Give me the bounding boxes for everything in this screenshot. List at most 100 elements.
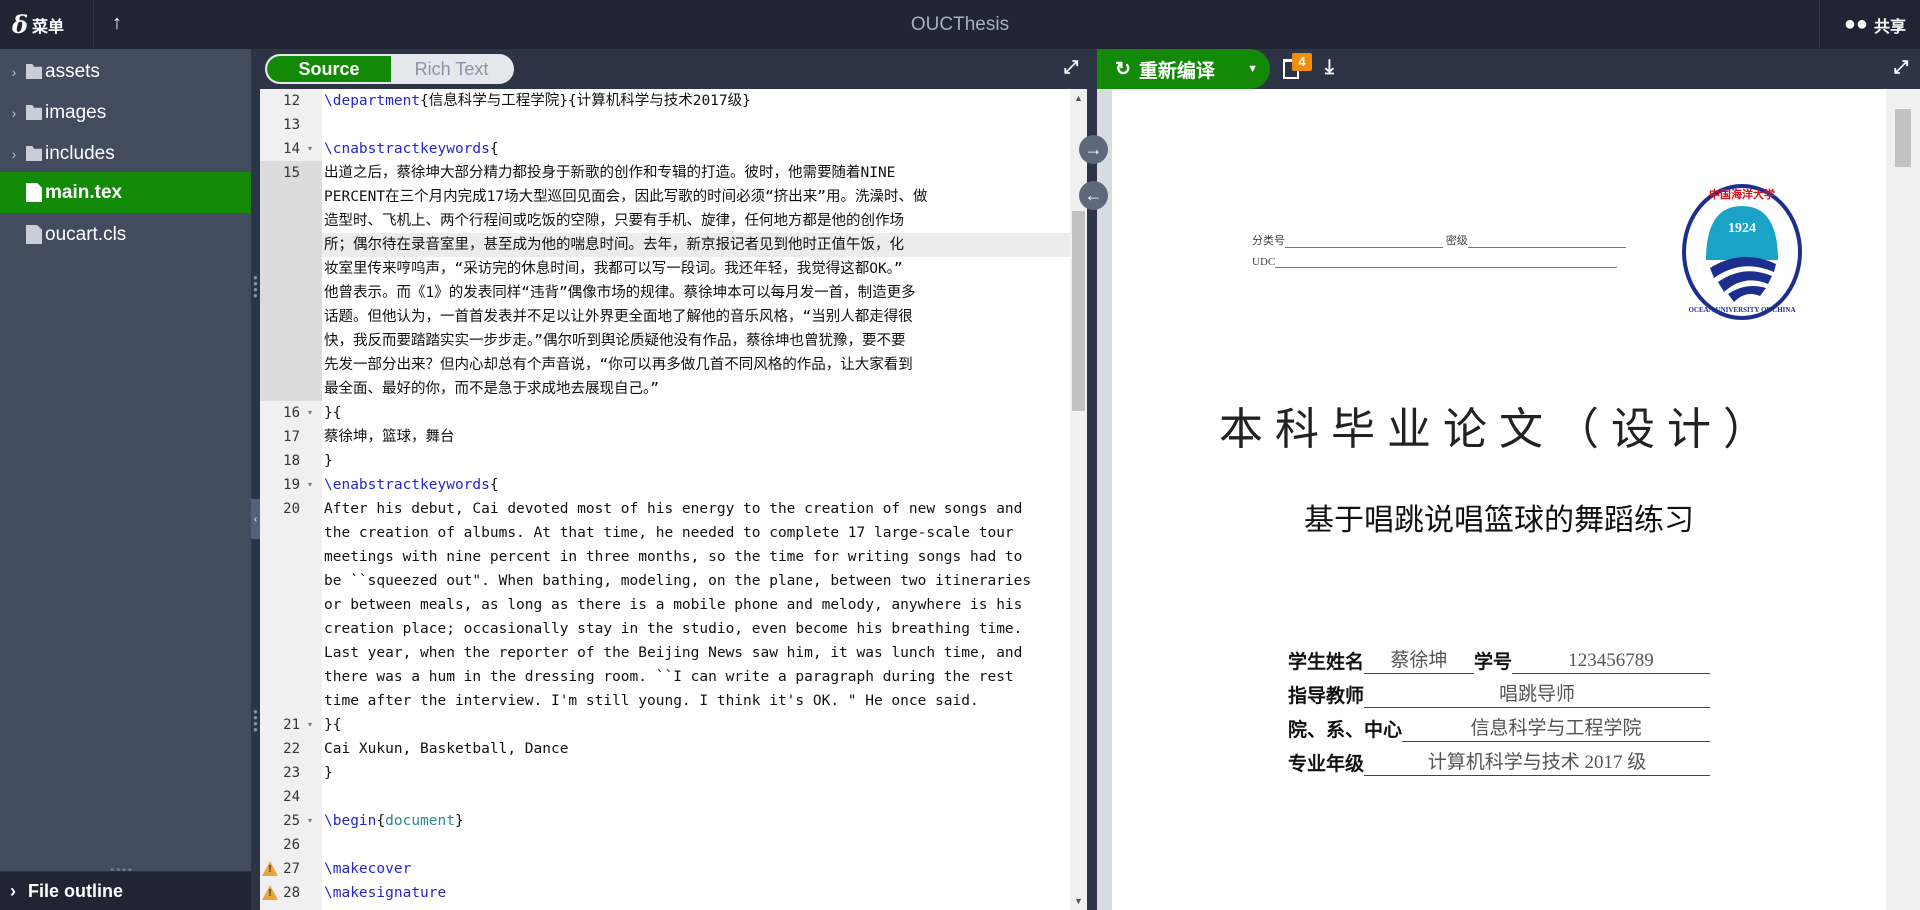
tree-file-oucart-cls[interactable]: oucart.cls bbox=[0, 214, 251, 255]
line-number bbox=[260, 641, 322, 665]
code-line[interactable]: creation place; occasionally stay in the… bbox=[260, 617, 1070, 641]
code-line[interactable]: 19 ▾ \enabstractkeywords{ bbox=[260, 473, 1070, 497]
chevron-right-icon[interactable]: › bbox=[2, 146, 26, 162]
line-number bbox=[260, 689, 322, 713]
code-line[interactable]: PERCENT在三个月内完成17场大型巡回见面会，因此写歌的时间必须“挤出来”用… bbox=[260, 185, 1070, 209]
expand-icon[interactable]: ⤢ bbox=[1894, 57, 1908, 78]
code-line[interactable]: 所；偶尔待在录音室里，甚至成为他的喘息时间。去年，新京报记者见到他时正值午饭，化 bbox=[260, 233, 1070, 257]
code-text: 话题。但他认为，一首首发表并不足以让外界更全面地了解他的音乐风格，“当别人都走得… bbox=[324, 305, 913, 329]
code-line[interactable]: 27! \makecover bbox=[260, 857, 1070, 881]
code-token: } bbox=[324, 765, 333, 781]
code-line[interactable]: 快，我反而要踏踏实实一步步走。”偶尔听到舆论质疑他没有作品，蔡徐坤也曾犹豫，要不… bbox=[260, 329, 1070, 353]
file-outline-toggle[interactable]: › File outline bbox=[0, 871, 251, 910]
code-line[interactable]: 14 ▾ \cnabstractkeywords{ bbox=[260, 137, 1070, 161]
share-button[interactable]: ●● 共享 bbox=[1844, 0, 1906, 49]
code-line[interactable]: 他曾表示。而《1》的发表同样“违背”偶像市场的规律。蔡徐坤本可以每月发一首，制造… bbox=[260, 281, 1070, 305]
code-text: \begin{document} bbox=[324, 809, 464, 833]
line-number bbox=[260, 281, 322, 305]
code-token: 所；偶尔待在录音室里，甚至成为他的喘息时间。去年，新京报记者见到他时正值午饭，化 bbox=[324, 237, 904, 253]
code-token: 先发一部分出来？但内心却总有个声音说，“你可以再多做几首不同风格的作品，让大家看… bbox=[324, 357, 913, 373]
code-line[interactable]: 26 bbox=[260, 833, 1070, 857]
code-token: Last year, when the reporter of the Beij… bbox=[324, 645, 1023, 661]
code-line[interactable]: 28! \makesignature bbox=[260, 881, 1070, 905]
code-line[interactable]: Last year, when the reporter of the Beij… bbox=[260, 641, 1070, 665]
sync-to-pdf-arrow-right-icon[interactable]: → bbox=[1079, 135, 1108, 164]
line-number: 19 bbox=[283, 477, 300, 493]
scrollbar-thumb[interactable] bbox=[1895, 109, 1911, 167]
code-line[interactable]: 22 Cai Xukun, Basketball, Dance bbox=[260, 737, 1070, 761]
editor-scrollbar[interactable]: ▲ ▼ bbox=[1070, 89, 1087, 910]
pdf-scrollbar[interactable] bbox=[1886, 89, 1920, 910]
code-line[interactable]: 妆室里传来哼呜声，“采访完的休息时间，我都可以写一段词。我还年轻，我觉得这都OK… bbox=[260, 257, 1070, 281]
sidebar-resize-handle[interactable]: ● ● ● ● ‹ ● ● ● ● bbox=[251, 49, 260, 910]
tree-item-label: images bbox=[45, 101, 107, 123]
code-line[interactable]: 17 蔡徐坤，篮球，舞台 bbox=[260, 425, 1070, 449]
code-line[interactable]: there was a hum in the dressing room. ``… bbox=[260, 665, 1070, 689]
tree-folder-images[interactable]: › images bbox=[0, 92, 251, 133]
code-text: \makecover bbox=[324, 857, 411, 881]
tree-file-main-tex[interactable]: main.tex bbox=[0, 172, 251, 213]
line-number bbox=[260, 521, 322, 545]
code-line[interactable]: meetings with nine percent in three mont… bbox=[260, 545, 1070, 569]
scroll-up-icon[interactable]: ▲ bbox=[1074, 93, 1083, 103]
code-token: } bbox=[454, 813, 464, 829]
line-number bbox=[260, 233, 322, 257]
code-line[interactable]: 29\makeabstract bbox=[260, 905, 1070, 910]
fold-caret-icon[interactable]: ▾ bbox=[308, 713, 312, 737]
code-line[interactable]: be ``squeezed out". When bathing, modeli… bbox=[260, 569, 1070, 593]
code-line[interactable]: 12 \department{信息科学与工程学院}{计算机科学与技术2017级} bbox=[260, 89, 1070, 113]
file-outline-label: File outline bbox=[28, 880, 124, 901]
tree-folder-assets[interactable]: › assets bbox=[0, 51, 251, 92]
line-number: 24 bbox=[283, 789, 300, 805]
tree-folder-includes[interactable]: › includes bbox=[0, 133, 251, 174]
code-line[interactable]: 23} bbox=[260, 761, 1070, 785]
code-line[interactable]: 16 ▾}{ bbox=[260, 401, 1070, 425]
code-token: there was a hum in the dressing room. ``… bbox=[324, 669, 1014, 685]
code-text: creation place; occasionally stay in the… bbox=[324, 617, 1022, 641]
collapse-sidebar-button[interactable]: ‹ bbox=[251, 499, 260, 539]
chevron-right-icon[interactable]: › bbox=[2, 105, 26, 121]
code-line[interactable]: 24 bbox=[260, 785, 1070, 809]
code-text: 快，我反而要踏踏实实一步步走。”偶尔听到舆论质疑他没有作品，蔡徐坤也曾犹豫，要不… bbox=[324, 329, 905, 353]
line-number: 18 bbox=[283, 453, 300, 469]
scrollbar-thumb[interactable] bbox=[1072, 211, 1085, 411]
rich-text-mode-button[interactable]: Rich Text bbox=[391, 56, 512, 82]
pdf-preview: 分类号 密级 UDC 1924 中国海洋大学 OCEAN UNIVERSITY … bbox=[1097, 89, 1920, 910]
code-line[interactable]: 18} bbox=[260, 449, 1070, 473]
code-token: the creation of albums. At that time, he… bbox=[324, 525, 1014, 541]
code-text: 他曾表示。而《1》的发表同样“违背”偶像市场的规律。蔡徐坤本可以每月发一首，制造… bbox=[324, 281, 916, 305]
pane-divider[interactable] bbox=[1087, 49, 1097, 910]
code-editor[interactable]: 12 \department{信息科学与工程学院}{计算机科学与技术2017级} 1… bbox=[260, 89, 1070, 910]
caret-down-icon[interactable]: ▼ bbox=[1247, 63, 1258, 75]
code-line[interactable]: the creation of albums. At that time, he… bbox=[260, 521, 1070, 545]
line-number bbox=[260, 209, 322, 233]
line-number: 12 bbox=[283, 93, 300, 109]
code-line[interactable]: 21 ▾}{ bbox=[260, 713, 1070, 737]
line-number bbox=[260, 545, 322, 569]
fold-caret-icon[interactable]: ▾ bbox=[308, 401, 312, 425]
editor-mode-toggle: Source Rich Text bbox=[265, 54, 514, 84]
code-line[interactable]: 话题。但他认为，一首首发表并不足以让外界更全面地了解他的音乐风格，“当别人都走得… bbox=[260, 305, 1070, 329]
log-count-badge[interactable]: 4 bbox=[1292, 53, 1312, 71]
code-line[interactable]: or between meals, as long as there is a … bbox=[260, 593, 1070, 617]
code-line[interactable]: 造型时、飞机上、两个行程间或吃饭的空隙，只要有手机、旋律，任何地方都是他的创作场 bbox=[260, 209, 1070, 233]
download-pdf-icon[interactable]: ⤓ bbox=[1325, 56, 1334, 79]
sync-to-code-arrow-left-icon[interactable]: ← bbox=[1079, 181, 1108, 210]
expand-icon[interactable]: ⤢ bbox=[1064, 57, 1078, 78]
project-title[interactable]: OUCThesis bbox=[0, 14, 1920, 36]
fold-caret-icon[interactable]: ▾ bbox=[308, 809, 312, 833]
code-line[interactable]: 最全面、最好的你，而不是急于求成地去展现自己。” bbox=[260, 377, 1070, 401]
svg-text:1924: 1924 bbox=[1728, 221, 1756, 236]
code-line[interactable]: 25 ▾ \begin{document} bbox=[260, 809, 1070, 833]
fold-caret-icon[interactable]: ▾ bbox=[308, 473, 312, 497]
code-line[interactable]: 15 出道之后，蔡徐坤大部分精力都投身于新歌的创作和专辑的打造。彼时，他需要随着N… bbox=[260, 161, 1070, 185]
chevron-right-icon[interactable]: › bbox=[2, 64, 26, 80]
scroll-down-icon[interactable]: ▼ bbox=[1074, 896, 1083, 906]
source-mode-button[interactable]: Source bbox=[267, 56, 391, 82]
code-line[interactable]: 先发一部分出来？但内心却总有个声音说，“你可以再多做几首不同风格的作品，让大家看… bbox=[260, 353, 1070, 377]
code-line[interactable]: time after the interview. I'm still youn… bbox=[260, 689, 1070, 713]
recompile-button[interactable]: ↻ 重新编译 ▼ bbox=[1097, 49, 1270, 89]
code-line[interactable]: 13 bbox=[260, 113, 1070, 137]
code-line[interactable]: 20 After his debut, Cai devoted most of h… bbox=[260, 497, 1070, 521]
fold-caret-icon[interactable]: ▾ bbox=[308, 137, 312, 161]
